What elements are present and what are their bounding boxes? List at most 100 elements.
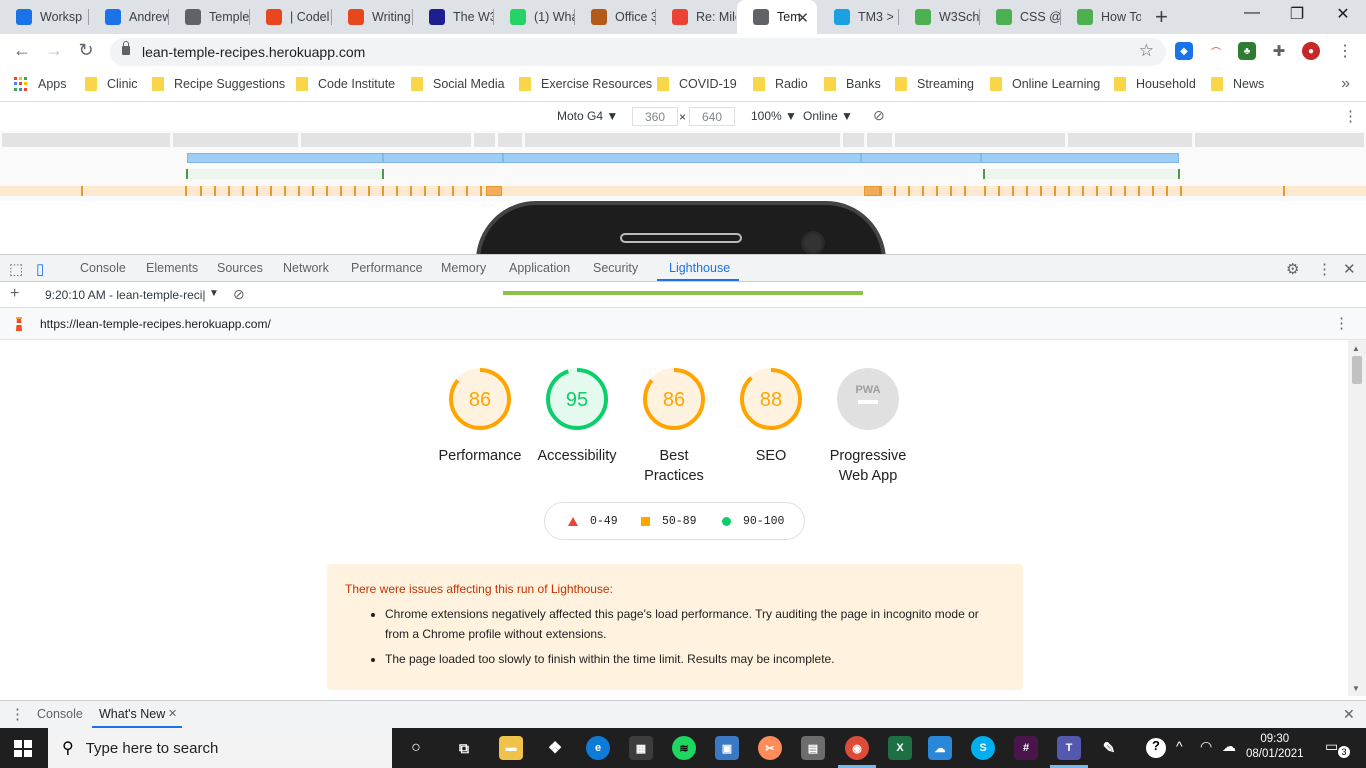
close-tab-icon[interactable]: ✕	[796, 9, 809, 27]
bookmark-folder[interactable]: Banks	[824, 77, 881, 91]
new-tab-button[interactable]: +	[1155, 4, 1168, 30]
report-selector[interactable]: 9:20:10 AM - lean-temple-reci|	[45, 288, 206, 302]
close-devtools-icon[interactable]: ✕	[1343, 260, 1356, 278]
ruler-segment[interactable]	[301, 133, 471, 147]
min-width-query-tick[interactable]	[200, 186, 202, 196]
snip-icon[interactable]: ✂	[758, 736, 782, 760]
browser-tab[interactable]: Worksp	[0, 0, 88, 34]
photos-icon[interactable]: ▣	[715, 736, 739, 760]
dropbox-icon[interactable]: ❖	[543, 736, 567, 760]
min-width-query-tick[interactable]	[480, 186, 482, 196]
bookmark-folder[interactable]: Clinic	[85, 77, 138, 91]
tab-lighthouse[interactable]: Lighthouse	[669, 261, 730, 275]
tab-network[interactable]: Network	[283, 261, 329, 275]
ruler-segment[interactable]	[474, 133, 495, 147]
min-width-query-tick[interactable]	[1082, 186, 1084, 196]
ruler-segment[interactable]	[867, 133, 892, 147]
taskbar-search-placeholder[interactable]: Type here to search	[86, 740, 219, 757]
notifications-icon[interactable]: ▭	[1325, 738, 1338, 755]
report-url[interactable]: https://lean-temple-recipes.herokuapp.co…	[40, 317, 271, 331]
scroll-down-icon[interactable]: ▼	[1352, 684, 1360, 693]
tab-sources[interactable]: Sources	[217, 261, 263, 275]
cortana-icon[interactable]: ○	[404, 736, 428, 760]
min-width-query-block[interactable]	[486, 186, 502, 196]
address-bar[interactable]: lean-temple-recipes.herokuapp.com ☆	[110, 38, 1166, 66]
back-icon[interactable]: ←	[10, 40, 34, 61]
min-max-query-bar[interactable]	[186, 169, 384, 179]
extension-rainbow-icon[interactable]: ⌒	[1207, 42, 1225, 60]
store-icon[interactable]: ▦	[629, 736, 653, 760]
profile-avatar[interactable]: ●	[1302, 42, 1320, 60]
bookmark-folder[interactable]: Exercise Resources	[519, 77, 652, 91]
onedrive-icon[interactable]: ☁	[928, 736, 952, 760]
calculator-icon[interactable]: ▤	[801, 736, 825, 760]
min-width-query-tick[interactable]	[214, 186, 216, 196]
slack-icon[interactable]: #	[1014, 736, 1038, 760]
min-max-query-bar[interactable]	[983, 169, 1180, 179]
weather-cloud-icon[interactable]: ☁	[1222, 738, 1236, 755]
min-width-query-tick[interactable]	[964, 186, 966, 196]
min-width-query-tick[interactable]	[284, 186, 286, 196]
min-width-query-tick[interactable]	[410, 186, 412, 196]
min-width-query-tick[interactable]	[1152, 186, 1154, 196]
wifi-icon[interactable]: ◠	[1200, 738, 1212, 755]
maximize-button[interactable]: ❐	[1277, 4, 1317, 24]
windows-start-icon[interactable]	[14, 740, 32, 757]
report-selector-arrow-icon[interactable]: ▼	[209, 288, 219, 299]
score-gauge[interactable]: PWA Progressive Web App	[808, 366, 928, 486]
browser-tab[interactable]: TM3 >	[818, 0, 898, 34]
min-width-query-tick[interactable]	[368, 186, 370, 196]
ruler-segment[interactable]	[2, 133, 170, 147]
drawer-menu-icon[interactable]: ⋮	[10, 705, 25, 723]
close-window-button[interactable]: ✕	[1323, 4, 1363, 24]
file-explorer-icon[interactable]: ▬	[499, 736, 523, 760]
min-width-query-tick[interactable]	[1138, 186, 1140, 196]
min-width-query-tick[interactable]	[1110, 186, 1112, 196]
close-tab-icon[interactable]: ✕	[168, 707, 177, 720]
min-width-query-tick[interactable]	[950, 186, 952, 196]
browser-tab[interactable]: Re: Mile	[656, 0, 736, 34]
min-width-query-tick[interactable]	[880, 186, 882, 196]
taskbar-search[interactable]: ⚲ Type here to search	[48, 728, 392, 768]
tab-console[interactable]: Console	[80, 261, 126, 275]
ruler-segment[interactable]	[525, 133, 840, 147]
devtools-menu-icon[interactable]: ⋮	[1317, 260, 1332, 278]
min-width-query-tick[interactable]	[185, 186, 187, 196]
extensions-puzzle-icon[interactable]: ✚	[1270, 42, 1288, 60]
teams-icon[interactable]: T	[1057, 736, 1081, 760]
drawer-tab-console[interactable]: Console	[37, 707, 83, 721]
min-width-query-tick[interactable]	[424, 186, 426, 196]
browser-tab[interactable]: CSS @n	[980, 0, 1060, 34]
settings-gear-icon[interactable]: ⚙	[1286, 260, 1299, 278]
min-width-query-tick[interactable]	[984, 186, 986, 196]
bookmark-apps[interactable]: Apps	[14, 77, 67, 91]
reload-icon[interactable]: ↻	[74, 40, 98, 61]
tab-performance[interactable]: Performance	[351, 261, 423, 275]
bookmark-folder[interactable]: Recipe Suggestions	[152, 77, 285, 91]
inspect-element-icon[interactable]: ⬚	[9, 260, 23, 278]
tray-expand-icon[interactable]: ^	[1176, 738, 1183, 754]
report-scrollbar[interactable]: ▲ ▼	[1348, 340, 1366, 696]
chrome-icon[interactable]: ◉	[845, 736, 869, 760]
task-view-icon[interactable]: ⧉	[452, 736, 476, 760]
bookmark-folder[interactable]: COVID-19	[657, 77, 737, 91]
bookmark-folder[interactable]: Household	[1114, 77, 1196, 91]
device-toggle-icon[interactable]: ▯	[36, 260, 44, 278]
tab-application[interactable]: Application	[509, 261, 570, 275]
min-width-query-tick[interactable]	[1026, 186, 1028, 196]
tab-elements[interactable]: Elements	[146, 261, 198, 275]
browser-tab[interactable]: The W3	[413, 0, 493, 34]
max-width-query-bar[interactable]	[383, 153, 503, 163]
browser-tab[interactable]: Tem ✕	[737, 0, 817, 34]
min-width-query-tick[interactable]	[242, 186, 244, 196]
report-menu-icon[interactable]: ⋮	[1334, 314, 1349, 332]
clear-reports-icon[interactable]: ⊘	[233, 286, 245, 303]
min-width-query-tick[interactable]	[908, 186, 910, 196]
max-width-query-bar[interactable]	[187, 153, 383, 163]
min-width-query-tick[interactable]	[340, 186, 342, 196]
ruler-segment[interactable]	[498, 133, 522, 147]
browser-tab[interactable]: (1) Wha	[494, 0, 574, 34]
browser-tab[interactable]: Writing	[332, 0, 412, 34]
bookmark-folder[interactable]: Online Learning	[990, 77, 1100, 91]
min-width-query-tick[interactable]	[1054, 186, 1056, 196]
